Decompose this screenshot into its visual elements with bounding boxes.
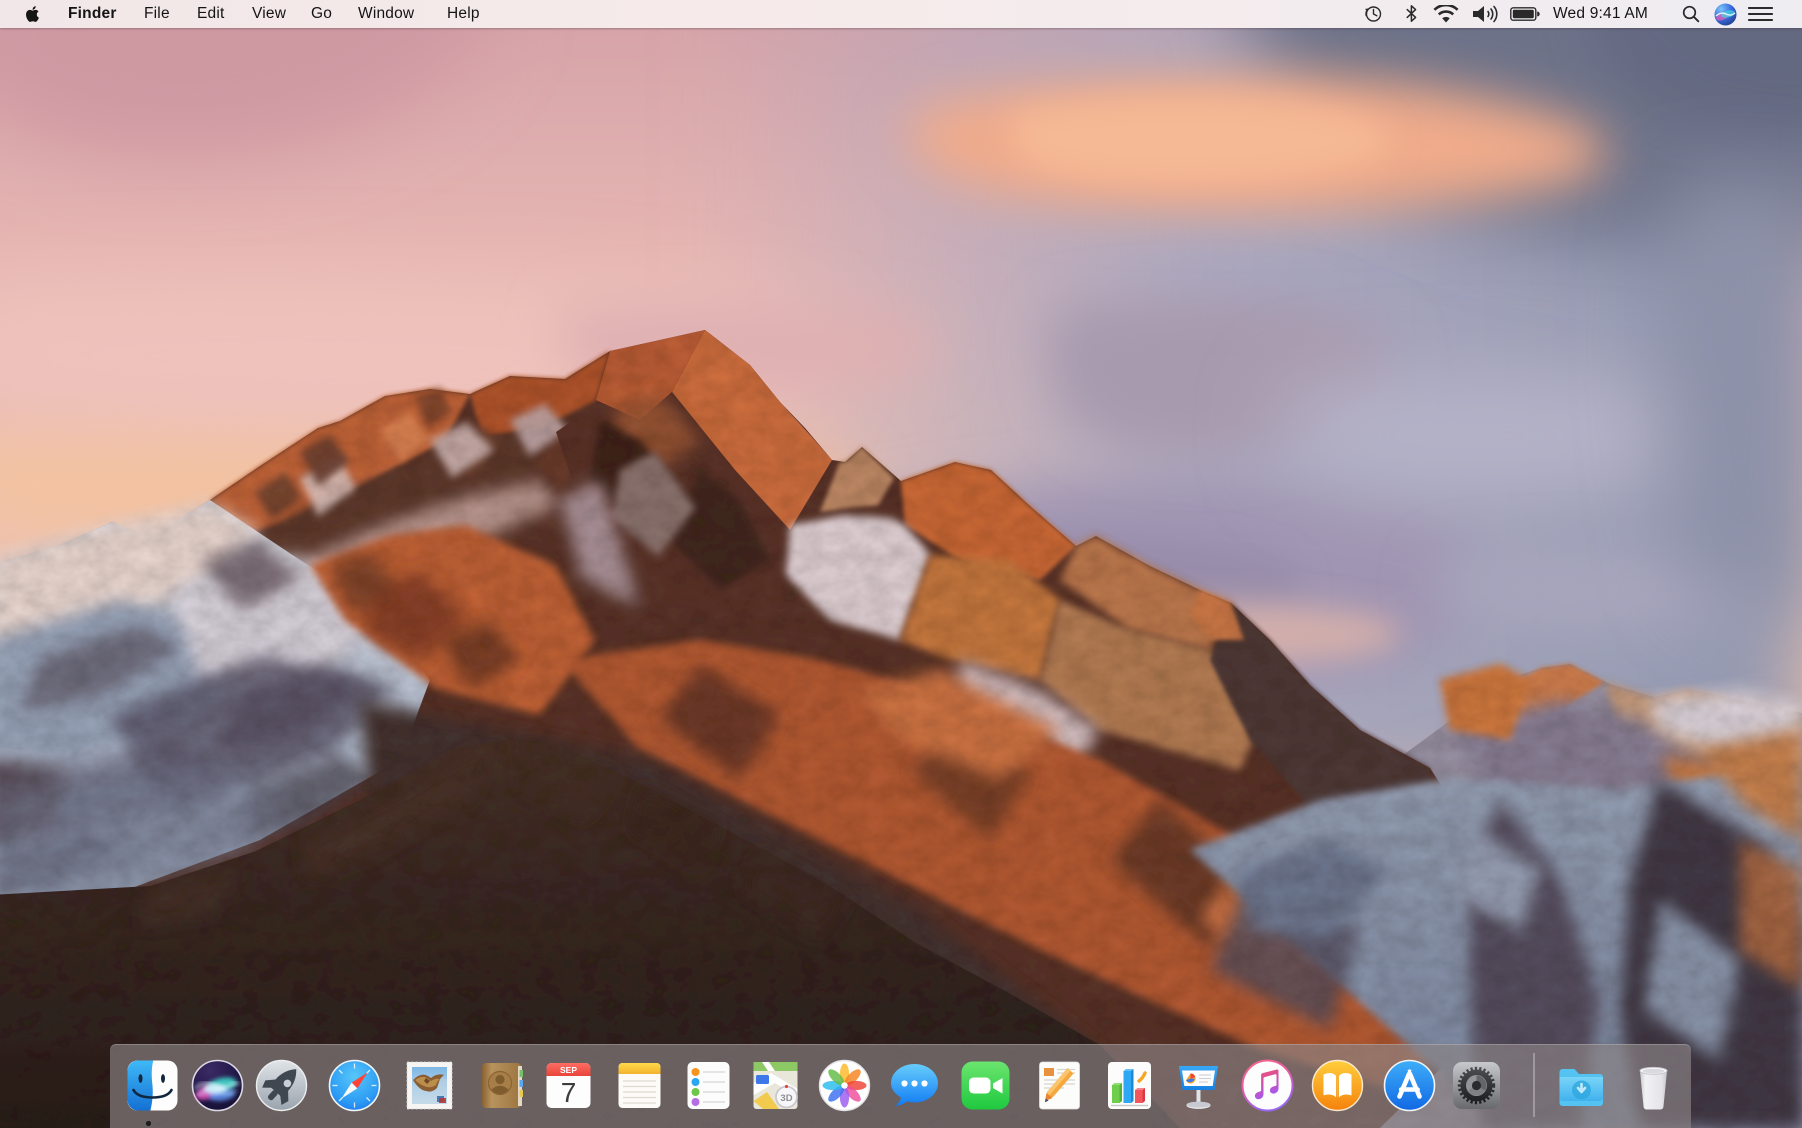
svg-text:7: 7 <box>561 1077 577 1108</box>
svg-text:3D: 3D <box>780 1093 792 1104</box>
svg-text:SEP: SEP <box>560 1065 577 1075</box>
